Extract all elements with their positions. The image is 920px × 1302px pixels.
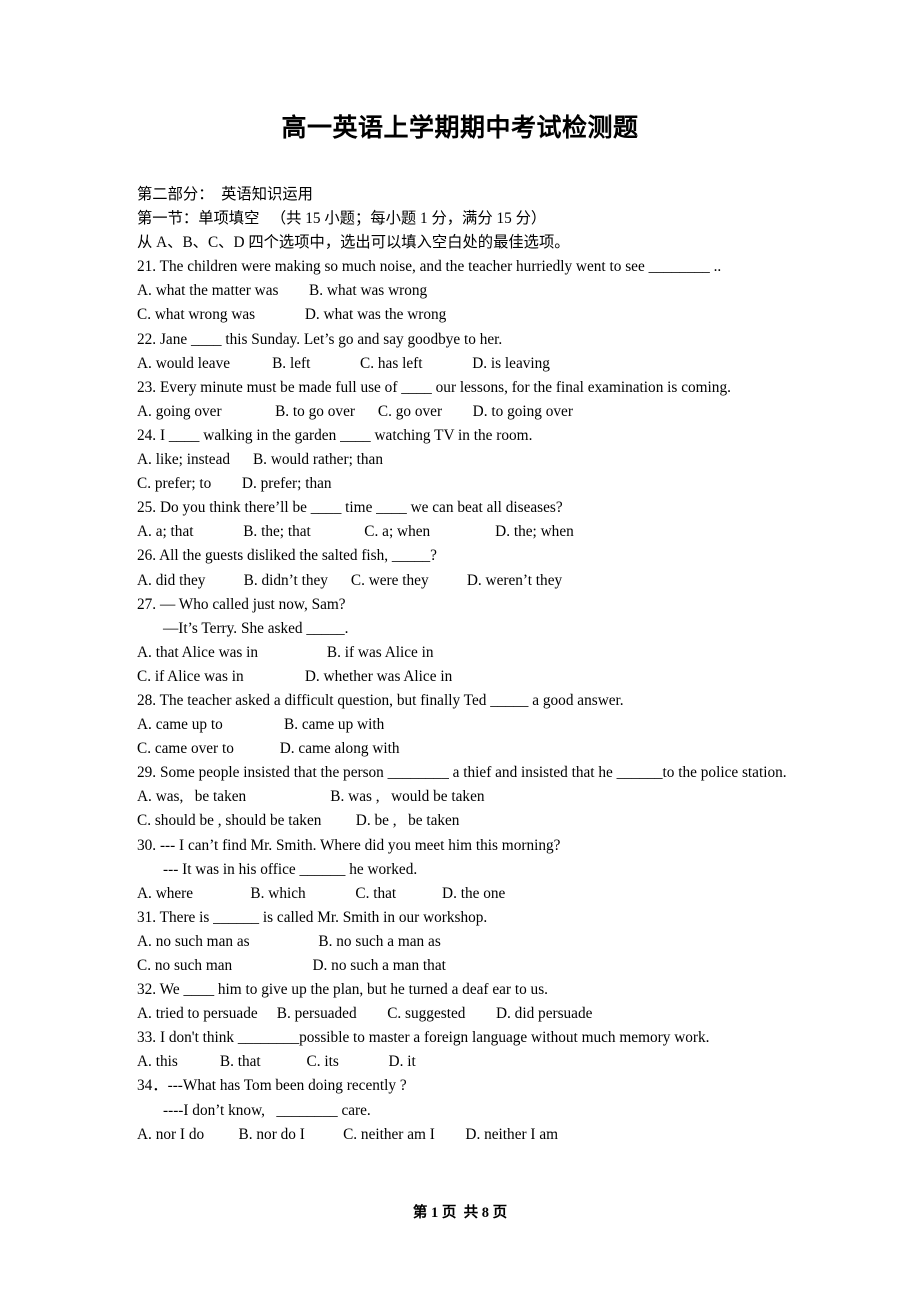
question-stem: 25. Do you think there’ll be ____ time _…	[137, 499, 563, 517]
question-stem: 33. I don't think ________possible to ma…	[137, 1029, 710, 1047]
question-stem: 30. --- I can’t find Mr. Smith. Where di…	[137, 836, 561, 854]
question-options-line: A. where B. which C. that D. the one	[137, 884, 506, 902]
question-options-line: A. would leave B. left C. has left D. is…	[137, 354, 550, 372]
question-options-line: A. no such man as B. no such a man as	[137, 932, 441, 950]
question-options-line: C. what wrong was D. what was the wrong	[137, 306, 447, 324]
exam-page: 高一英语上学期期中考试检测题 第二部分： 英语知识运用 第一节：单项填空 （共 …	[0, 0, 920, 1302]
question-options-line: A. came up to B. came up with	[137, 716, 385, 734]
question-stem: 21. The children were making so much noi…	[137, 258, 722, 276]
part-heading: 第二部分： 英语知识运用	[137, 186, 313, 203]
question-options-line: A. what the matter was B. what was wrong	[137, 282, 428, 300]
question-stem: 22. Jane ____ this Sunday. Let’s go and …	[137, 330, 503, 348]
question-stem: 32. We ____ him to give up the plan, but…	[137, 981, 548, 999]
question-options-line: A. was, be taken B. was , would be taken	[137, 788, 485, 806]
question-stem: 27. — Who called just now, Sam?	[137, 595, 346, 613]
question-options-line: A. a; that B. the; that C. a; when D. th…	[137, 523, 574, 541]
question-options-line: A. like; instead B. would rather; than	[137, 451, 383, 469]
question-stem: 26. All the guests disliked the salted f…	[137, 547, 437, 565]
question-options-line: C. no such man D. no such a man that	[137, 957, 446, 974]
question-options-line: A. this B. that C. its D. it	[137, 1053, 416, 1071]
question-body: 第二部分： 英语知识运用 第一节：单项填空 （共 15 小题；每小题 1 分，满…	[137, 183, 787, 1147]
question-options-line: A. that Alice was in B. if was Alice in	[137, 643, 434, 661]
question-sub-line: --- It was in his office ______ he worke…	[163, 860, 418, 878]
question-stem: 23. Every minute must be made full use o…	[137, 378, 731, 396]
question-options-line: A. tried to persuade B. persuaded C. sug…	[137, 1005, 593, 1023]
question-options-line: C. if Alice was in D. whether was Alice …	[137, 667, 453, 685]
question-stem: 29. Some people insisted that the person…	[137, 764, 787, 782]
question-options-line: A. nor I do B. nor do I C. neither am I …	[137, 1125, 559, 1143]
question-options-line: C. prefer; to D. prefer; than	[137, 475, 332, 493]
question-options-line: C. should be , should be taken D. be , b…	[137, 812, 460, 830]
question-stem: 34．---What has Tom been doing recently ?	[137, 1077, 407, 1095]
question-stem: 31. There is ______ is called Mr. Smith …	[137, 908, 488, 926]
question-stem: 28. The teacher asked a difficult questi…	[137, 691, 624, 709]
page-title: 高一英语上学期期中考试检测题	[281, 115, 639, 142]
question-options-line: C. came over to D. came along with	[137, 740, 400, 758]
question-stem: 24. I ____ walking in the garden ____ wa…	[137, 426, 533, 444]
question-sub-line: ----I don’t know, ________ care.	[163, 1101, 371, 1119]
questions-list: 21. The children were making so much noi…	[137, 255, 787, 1146]
question-options-line: A. going over B. to go over C. go over D…	[137, 402, 573, 420]
question-sub-line: —It’s Terry. She asked _____.	[163, 619, 349, 637]
page-footer: 第 1 页 共 8 页	[412, 1205, 508, 1221]
question-options-line: A. did they B. didn’t they C. were they …	[137, 571, 563, 589]
sub-heading: 第一节：单项填空 （共 15 小题；每小题 1 分，满分 15 分）	[137, 210, 547, 228]
instruction-line: 从 A、B、C、D 四个选项中，选出可以填入空白处的最佳选项。	[137, 234, 570, 252]
